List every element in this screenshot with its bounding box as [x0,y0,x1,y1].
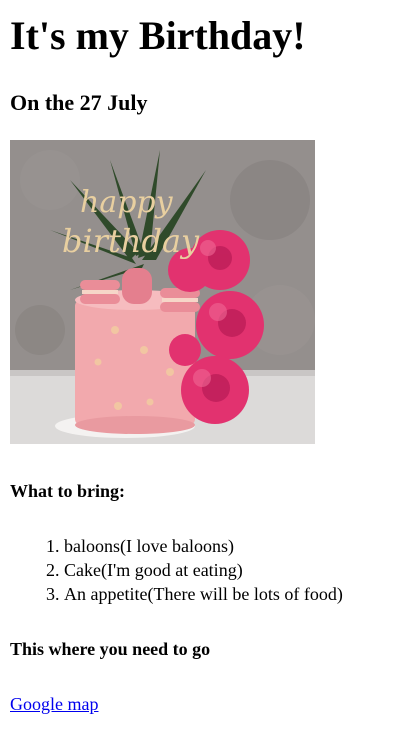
directions-heading: This where you need to go [10,639,211,659]
what-to-bring-heading: What to bring: [10,481,126,501]
topper-text-birthday: birthday [62,222,200,260]
date-heading: On the 27 July [10,90,148,115]
page-content: It's my Birthday! On the 27 July happy b… [0,12,411,715]
list-item: An appetite(There will be lots of food) [64,582,411,606]
topper-text-happy: happy [80,185,174,220]
google-map-link[interactable]: Google map [10,693,98,715]
bring-list: baloons(I love baloons) Cake(I'm good at… [10,534,411,606]
list-item: Cake(I'm good at eating) [64,558,411,582]
page-title: It's my Birthday! [10,13,306,58]
birthday-cake-image: happy birthday [10,140,315,444]
list-item: baloons(I love baloons) [64,534,411,558]
